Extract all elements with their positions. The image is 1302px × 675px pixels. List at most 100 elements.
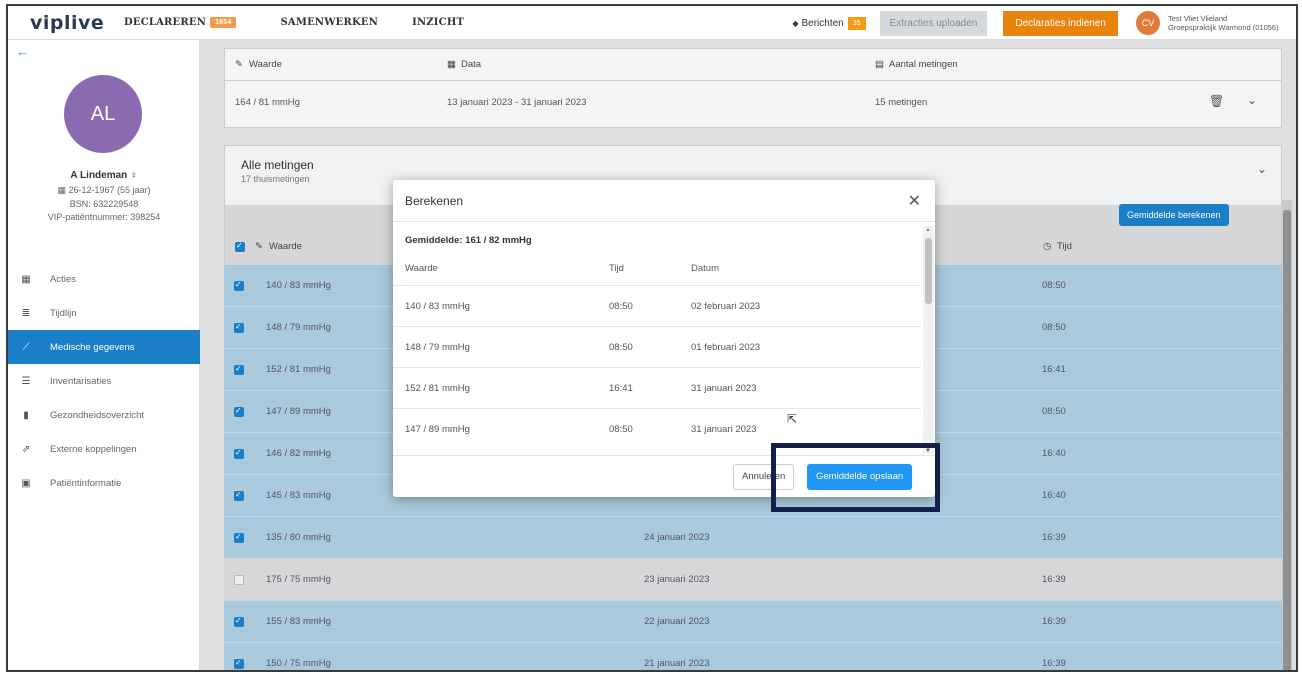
row-time: 16:39: [1042, 658, 1066, 669]
row-time: 08:50: [1042, 322, 1066, 333]
sidebar-item-label: Externe koppelingen: [50, 443, 137, 455]
messages-label: Berichten: [801, 17, 844, 29]
row-time: 16:39: [1042, 616, 1066, 627]
main-scrollbar[interactable]: [1282, 200, 1292, 670]
scrollbar-thumb[interactable]: [1283, 210, 1291, 670]
sidebar-item-patientinformatie[interactable]: ▣ Patiëntinformatie: [8, 466, 200, 500]
modal-row-time: 08:50: [609, 301, 633, 312]
calculate-average-button[interactable]: Gemiddelde berekenen: [1119, 204, 1229, 226]
row-date: 24 januari 2023: [644, 532, 710, 543]
patient-bsn: BSN: 632229548: [69, 199, 139, 209]
sidebar-item-label: Gezondheidsoverzicht: [50, 409, 144, 421]
all-measurements-subtitle: 17 thuismetingen: [241, 174, 310, 184]
modal-row: 140 / 83 mmHg 08:50 02 februari 2023: [393, 285, 921, 326]
col-header-time: Tijd: [609, 263, 624, 274]
summary-card: ✎ Waarde ▦ Data ▤ Aantal metingen 164 / …: [224, 48, 1282, 128]
submit-declarations-button[interactable]: Declaraties indienen: [1003, 10, 1118, 36]
row-checkbox[interactable]: [234, 575, 244, 585]
chat-icon: ◆: [792, 18, 799, 28]
user-name: Test Vliet Vlieland: [1168, 14, 1228, 23]
nav-declareren-label: DECLAREREN: [124, 17, 207, 28]
upload-extractions-button[interactable]: Extracties uploaden: [879, 10, 988, 36]
nav-samenwerken[interactable]: SAMENWERKEN: [280, 17, 378, 28]
sidebar-item-tijdlijn[interactable]: ≣ Tijdlijn: [8, 296, 200, 330]
summary-count: 15 metingen: [875, 97, 928, 108]
sidebar-item-inventarisaties[interactable]: ☰ Inventarisaties: [8, 364, 200, 398]
patient-avatar: AL: [64, 75, 142, 153]
calendar-icon: ▦: [57, 185, 69, 195]
row-checkbox[interactable]: [234, 364, 244, 375]
summary-value: 164 / 81 mmHg: [235, 97, 300, 108]
nav-declareren[interactable]: DECLAREREN 1654: [124, 17, 237, 28]
pencil-icon: ✎: [235, 59, 243, 70]
row-value: 140 / 83 mmHg: [266, 280, 331, 291]
row-value: 147 / 89 mmHg: [266, 406, 331, 417]
row-date: 22 januari 2023: [644, 616, 710, 627]
messages-button[interactable]: ◆ Berichten 35: [792, 16, 866, 30]
sidebar-item-label: Medische gegevens: [50, 341, 135, 353]
row-checkbox[interactable]: [234, 322, 244, 333]
messages-count-badge: 35: [847, 16, 866, 30]
modal-row-value: 152 / 81 mmHg: [405, 383, 470, 394]
user-practice: Groepspraktijk Warmond (01056): [1168, 23, 1279, 32]
modal-row-date: 01 februari 2023: [691, 342, 761, 353]
sidebar-item-gezondheidsoverzicht[interactable]: ▮ Gezondheidsoverzicht: [8, 398, 200, 432]
pencil-icon: ✎: [255, 241, 263, 252]
row-value: 152 / 81 mmHg: [266, 364, 331, 375]
sidebar-item-acties[interactable]: ▦ Acties: [8, 262, 200, 296]
row-time: 08:50: [1042, 406, 1066, 417]
row-time: 16:40: [1042, 448, 1066, 459]
back-arrow-icon[interactable]: ←: [16, 44, 29, 59]
table-row[interactable]: 150 / 75 mmHg 21 januari 2023 16:39: [224, 643, 1282, 670]
highlight-box: [771, 443, 940, 512]
chevron-down-icon[interactable]: ⌄: [1257, 162, 1267, 176]
row-checkbox[interactable]: [234, 490, 244, 501]
table-row[interactable]: 155 / 83 mmHg 22 januari 2023 16:39: [224, 601, 1282, 643]
patient-vip-number: VIP-patiëntnummer: 398254: [47, 212, 161, 222]
scroll-up-icon[interactable]: ▲: [925, 227, 931, 233]
calendar-icon: ▦: [447, 59, 456, 70]
select-all-checkbox[interactable]: [235, 241, 245, 252]
modal-row: 148 / 79 mmHg 08:50 01 februari 2023: [393, 326, 921, 367]
patient-sidebar: ← AL A Lindeman ♀ ▦ 26-12-1967 (55 jaar)…: [8, 40, 200, 670]
table-row[interactable]: 135 / 80 mmHg 24 januari 2023 16:39: [224, 517, 1282, 559]
user-info[interactable]: Test Vliet Vlieland Groepspraktijk Warmo…: [1168, 14, 1296, 32]
row-checkbox[interactable]: [234, 448, 244, 459]
row-checkbox[interactable]: [234, 616, 244, 627]
logo[interactable]: viplive: [30, 12, 104, 34]
clock-icon: ◷: [1043, 241, 1052, 252]
sidebar-item-label: Inventarisaties: [50, 375, 112, 387]
row-value: 175 / 75 mmHg: [266, 574, 331, 585]
sidebar-item-medische-gegevens[interactable]: ⟋ Medische gegevens: [8, 330, 200, 364]
chart-icon: ⟋: [22, 341, 30, 353]
all-measurements-title: Alle metingen: [241, 158, 314, 172]
clipboard-icon: ▤: [875, 59, 884, 70]
row-checkbox[interactable]: [234, 532, 244, 543]
mouse-cursor-icon: ⇱: [787, 412, 798, 426]
modal-row-value: 148 / 79 mmHg: [405, 342, 470, 353]
modal-scrollbar[interactable]: ▲ ▼: [923, 226, 934, 454]
modal-row: 152 / 81 mmHg 16:41 31 januari 2023: [393, 367, 921, 408]
col-header-data: Data: [461, 59, 482, 70]
patient-dob: ▦ 26-12-1967 (55 jaar): [8, 185, 200, 196]
col-header-value: Waarde: [269, 241, 302, 252]
row-checkbox[interactable]: [234, 406, 244, 417]
row-checkbox[interactable]: [234, 280, 244, 291]
sidebar-menu: ▦ Acties ≣ Tijdlijn ⟋ Medische gegevens …: [8, 262, 200, 500]
col-header-time: Tijd: [1057, 241, 1072, 252]
row-value: 135 / 80 mmHg: [266, 532, 331, 543]
scrollbar-thumb[interactable]: [925, 238, 932, 304]
id-card-icon: ▣: [21, 477, 31, 489]
sidebar-item-externe-koppelingen[interactable]: ⇗ Externe koppelingen: [8, 432, 200, 466]
user-avatar[interactable]: CV: [1136, 11, 1160, 35]
row-checkbox[interactable]: [234, 658, 244, 669]
nav-inzicht[interactable]: INZICHT: [412, 17, 464, 28]
row-value: 145 / 83 mmHg: [266, 490, 331, 501]
row-time: 16:39: [1042, 532, 1066, 543]
list-icon: ☰: [21, 375, 31, 387]
close-icon[interactable]: ✕: [908, 191, 921, 211]
trash-icon[interactable]: 🗑: [1209, 94, 1224, 108]
table-row[interactable]: 175 / 75 mmHg 23 januari 2023 16:39: [224, 559, 1282, 601]
sidebar-item-label: Patiëntinformatie: [50, 477, 122, 489]
chevron-down-icon[interactable]: ⌄: [1247, 93, 1257, 107]
